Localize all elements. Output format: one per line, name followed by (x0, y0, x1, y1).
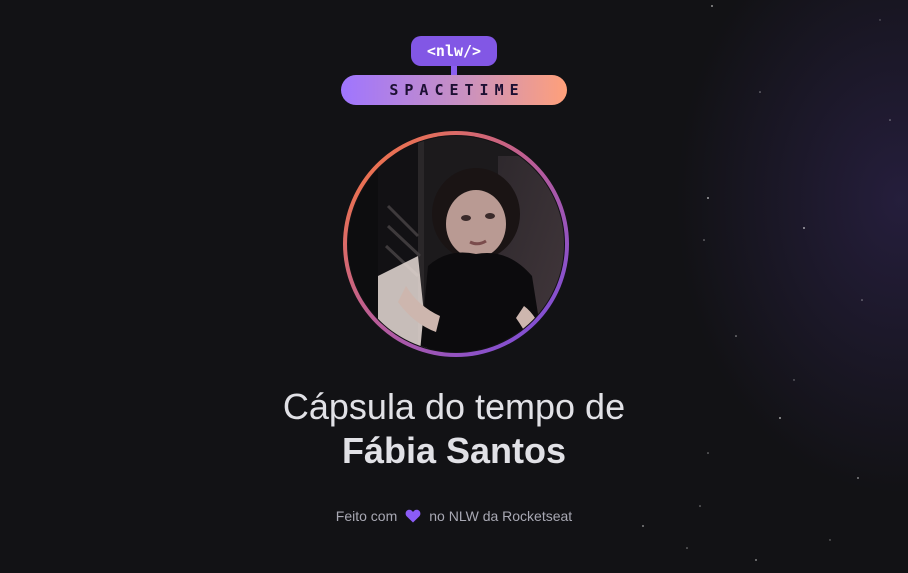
capsule-page: <nlw/> SPACETIME Cápsula do tempo de Fáb… (0, 0, 908, 573)
avatar-photo-illustration (348, 136, 564, 352)
owner-name: Fábia Santos (341, 430, 567, 471)
logo-tag: <nlw/> (411, 36, 497, 66)
nlw-spacetime-logo: <nlw/> SPACETIME (0, 36, 908, 105)
footer-credit: Feito com no NLW da Rocketseat (0, 508, 908, 524)
avatar (343, 131, 569, 357)
title-line: Cápsula do tempo de (282, 386, 626, 427)
page-title: Cápsula do tempo de Fábia Santos (0, 385, 908, 473)
user-avatar-photo (348, 136, 564, 352)
logo-connector (451, 66, 457, 75)
footer-prefix: Feito com (335, 508, 398, 524)
footer-suffix: no NLW da Rocketseat (429, 508, 573, 524)
heart-icon (405, 509, 421, 523)
logo-wordmark: SPACETIME (341, 75, 567, 105)
